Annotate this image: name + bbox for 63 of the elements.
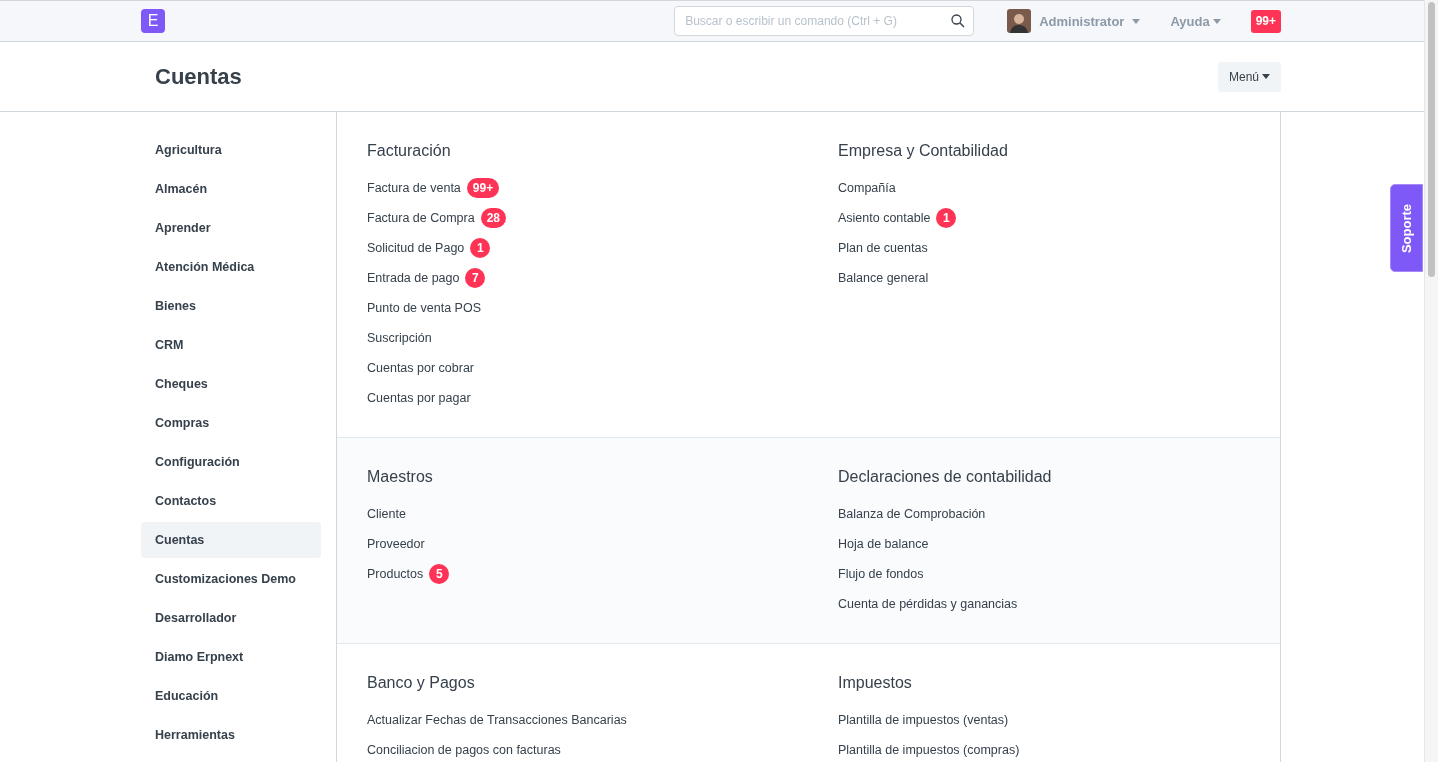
sidebar-item[interactable]: Bienes	[141, 288, 321, 324]
section-heading: Facturación	[367, 141, 452, 161]
menu-button[interactable]: Menú	[1217, 61, 1281, 92]
section-link[interactable]: Conciliacion de pagos con facturas	[367, 743, 561, 757]
section-link[interactable]: Cuentas por cobrar	[367, 361, 474, 375]
section-link[interactable]: Suscripción	[367, 331, 432, 345]
sidebar-item[interactable]: Compras	[141, 405, 321, 441]
section-link[interactable]: Plantilla de impuestos (compras)	[838, 743, 1020, 757]
section-link[interactable]: Cliente	[367, 507, 406, 521]
sidebar-item[interactable]: Educación	[141, 678, 321, 714]
sidebar-item[interactable]: Cuentas	[141, 522, 321, 558]
sidebar-item[interactable]: Herramientas	[141, 717, 321, 753]
scrollbar[interactable]	[1424, 0, 1438, 762]
caret-icon	[1212, 18, 1221, 24]
section-link[interactable]: Proveedor	[367, 537, 425, 551]
app-logo[interactable]: E	[141, 9, 165, 33]
sidebar-item[interactable]: CRM	[141, 327, 321, 363]
sidebar-item[interactable]: Almacén	[141, 171, 321, 207]
section-link[interactable]: Balanza de Comprobación	[838, 507, 986, 521]
section-heading: Maestros	[367, 467, 434, 487]
section-link[interactable]: Hoja de balance	[838, 537, 929, 551]
search-icon	[951, 14, 966, 28]
section-link[interactable]: Solicitud de Pago	[367, 241, 465, 255]
notifications-button[interactable]: 99+	[1250, 9, 1281, 33]
support-tab[interactable]: Soporte	[1390, 184, 1423, 272]
section-link[interactable]: Factura de venta	[367, 181, 461, 195]
section-link[interactable]: Productos	[367, 567, 424, 581]
caret-icon	[1262, 74, 1270, 79]
section-link[interactable]: Plan de cuentas	[838, 241, 928, 255]
section-link[interactable]: Cuentas por pagar	[367, 391, 471, 405]
page-title: Cuentas	[155, 63, 242, 90]
sidebar-item[interactable]: Customizaciones Demo	[141, 561, 321, 597]
sidebar-item[interactable]: Diamo Erpnext	[141, 639, 321, 675]
section-link[interactable]: Plantilla de impuestos (ventas)	[838, 713, 1009, 727]
search-field[interactable]: Buscar o escribir un comando (Ctrl + G)	[674, 6, 975, 36]
section-link[interactable]: Asiento contable	[838, 211, 931, 225]
sidebar-item[interactable]: Agricultura	[141, 132, 321, 168]
sidebar-item[interactable]: Desarrollador	[141, 600, 321, 636]
count-badge: 1	[936, 208, 957, 228]
caret-icon	[1132, 18, 1141, 24]
sidebar-item[interactable]: Atención Médica	[141, 249, 321, 285]
count-badge: 1	[470, 238, 491, 258]
section-link[interactable]: Punto de venta POS	[367, 301, 481, 315]
section-link[interactable]: Actualizar Fechas de Transacciones Bancarias	[367, 713, 627, 727]
section-link[interactable]: Balance general	[838, 271, 929, 285]
section-heading: Declaraciones de contabilidad	[838, 467, 1053, 487]
section-link[interactable]: Cuenta de pérdidas y ganancias	[838, 597, 1018, 611]
sidebar-item[interactable]: Configuración	[141, 444, 321, 480]
section-heading: Banco y Pagos	[367, 673, 476, 693]
count-badge: 99+	[466, 178, 500, 198]
section-link[interactable]: Factura de Compra	[367, 211, 475, 225]
section-heading: Empresa y Contabilidad	[838, 141, 1009, 161]
section-link[interactable]: Compañía	[838, 181, 896, 195]
section-heading: Impuestos	[838, 673, 913, 693]
count-badge: 5	[429, 564, 450, 584]
count-badge: 7	[465, 268, 486, 288]
avatar-icon	[1007, 9, 1032, 33]
section-link[interactable]: Entrada de pago	[367, 271, 460, 285]
section-link[interactable]: Flujo de fondos	[838, 567, 924, 581]
sidebar-item[interactable]: Contactos	[141, 483, 321, 519]
sidebar-item[interactable]: Cheques	[141, 366, 321, 402]
count-badge: 28	[480, 208, 507, 228]
sidebar-item[interactable]: Aprender	[141, 210, 321, 246]
